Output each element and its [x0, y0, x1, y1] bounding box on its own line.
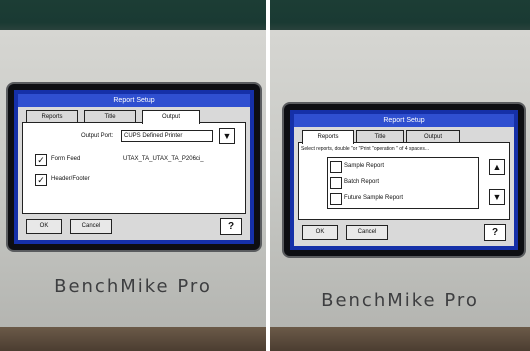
header-footer-label: Header/Footer [51, 176, 90, 182]
arrow-up-icon: ▲ [492, 162, 502, 172]
dialog-title: Report Setup [18, 94, 250, 107]
output-port-label: Output Port: [81, 133, 114, 139]
touch-screen: Report Setup Reports Title Output Output… [14, 90, 254, 244]
screen-bezel: Report Setup Reports Title Output Output… [8, 84, 260, 250]
cancel-button[interactable]: Cancel [70, 219, 112, 234]
instruction-text: Select reports, double "or "Print "opera… [301, 146, 430, 152]
dialog-title: Report Setup [294, 114, 514, 127]
desk-surface [0, 327, 266, 351]
printer-filename-value: UTAX_TA_UTAX_TA_P206ci_ [123, 156, 204, 162]
form-feed-checkbox[interactable]: ✓ [35, 154, 47, 166]
reports-panel: Select reports, double "or "Print "opera… [298, 142, 510, 220]
scroll-up-button[interactable]: ▲ [489, 159, 505, 175]
left-device-photo: Report Setup Reports Title Output Output… [0, 0, 266, 351]
sample-report-checkbox[interactable] [330, 161, 342, 173]
screen-bezel: Report Setup Reports Title Output Select… [284, 104, 524, 256]
touch-screen: Report Setup Reports Title Output Select… [290, 110, 518, 250]
right-device-photo: Report Setup Reports Title Output Select… [270, 0, 530, 351]
help-icon: ? [227, 221, 235, 232]
help-button[interactable]: ? [484, 224, 506, 241]
help-button[interactable]: ? [220, 218, 242, 235]
cancel-button[interactable]: Cancel [346, 225, 388, 240]
arrow-down-icon: ▼ [222, 131, 232, 141]
list-item[interactable]: Future Sample Report [344, 195, 403, 201]
brand-label: BenchMike Pro [54, 276, 212, 297]
arrow-down-icon: ▼ [492, 192, 502, 202]
scroll-down-button[interactable]: ▼ [489, 189, 505, 205]
form-feed-label: Form Feed [51, 156, 81, 162]
dropdown-arrow-button[interactable]: ▼ [219, 128, 235, 144]
brand-label: BenchMike Pro [321, 290, 479, 311]
tab-output[interactable]: Output [142, 110, 200, 124]
list-item[interactable]: Batch Report [344, 179, 379, 185]
header-footer-checkbox[interactable]: ✓ [35, 174, 47, 186]
desk-surface [270, 327, 530, 351]
ok-button[interactable]: OK [302, 225, 338, 240]
future-sample-report-checkbox[interactable] [330, 193, 342, 205]
batch-report-checkbox[interactable] [330, 177, 342, 189]
report-list: Sample Report Batch Report Future Sample… [327, 157, 479, 209]
list-item[interactable]: Sample Report [344, 163, 384, 169]
tab-reports[interactable]: Reports [302, 130, 354, 144]
output-panel: Output Port: CUPS Defined Printer ▼ ✓ Fo… [22, 122, 246, 214]
output-port-select[interactable]: CUPS Defined Printer [121, 130, 213, 142]
ok-button[interactable]: OK [26, 219, 62, 234]
help-icon: ? [491, 227, 499, 238]
report-setup-dialog: Report Setup Reports Title Output Select… [294, 114, 514, 246]
report-setup-dialog: Report Setup Reports Title Output Output… [18, 94, 250, 240]
